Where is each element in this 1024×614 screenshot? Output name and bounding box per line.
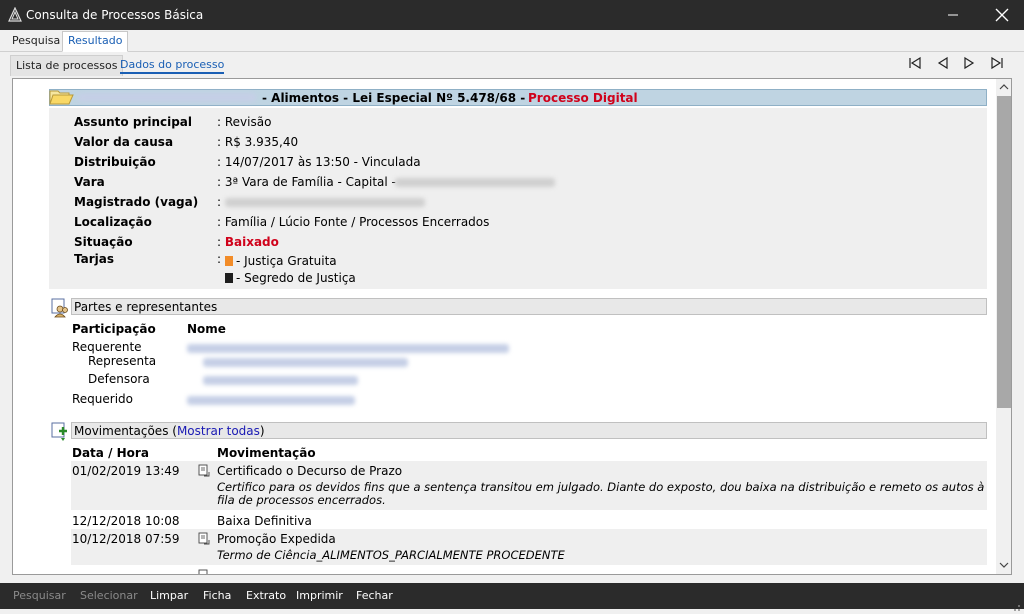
col-participacao-header: Participação <box>72 322 156 336</box>
value-situacao-wrap: : Baixado <box>217 235 279 249</box>
col-nome-header: Nome <box>187 322 226 336</box>
label-tarjas: Tarjas <box>74 252 115 266</box>
last-record-icon[interactable] <box>987 55 1007 71</box>
label-magistrado: Magistrado (vaga) <box>74 195 199 209</box>
value-magistrado: : <box>217 195 222 209</box>
label-assunto: Assunto principal <box>74 115 193 129</box>
tab-pesquisa[interactable]: Pesquisa <box>12 34 60 47</box>
redacted-vara-detail <box>395 178 555 187</box>
tab-resultado[interactable]: Resultado <box>62 31 129 52</box>
show-all-link[interactable]: Mostrar todas <box>177 424 260 438</box>
value-distribuicao: : 14/07/2017 às 13:50 - Vinculada <box>217 155 421 169</box>
document-icon[interactable] <box>198 532 210 545</box>
imprimir-button[interactable]: Imprimir <box>296 589 343 602</box>
selecionar-button[interactable]: Selecionar <box>80 589 138 602</box>
window-title: Consulta de Processos Básica <box>26 8 204 22</box>
movement-detail-cont: fila de processos encerrados. <box>217 493 386 507</box>
label-distribuicao: Distribuição <box>74 155 156 169</box>
bottom-action-bar: Pesquisar Selecionar Limpar Ficha Extrat… <box>0 583 1024 609</box>
movement-title: Baixa Definitiva <box>217 514 312 528</box>
process-header-bar: - Alimentos - Lei Especial Nº 5.478/68 -… <box>49 89 987 106</box>
top-tab-strip: Pesquisa Resultado <box>0 30 1024 52</box>
close-icon[interactable] <box>978 0 1024 30</box>
app-logo-icon <box>8 7 22 22</box>
process-class-title: - Alimentos - Lei Especial Nº 5.478/68 - <box>262 91 526 105</box>
process-info-box: Assunto principal : Revisão Valor da cau… <box>49 108 987 289</box>
tarja-segredo-justica-label: - Segredo de Justiça <box>236 271 356 285</box>
section-movimentacoes-header: Movimentações (Mostrar todas) <box>71 422 987 439</box>
col-movimentacao-header: Movimentação <box>217 446 316 460</box>
tab-lista-de-processos[interactable]: Lista de processos <box>10 55 124 76</box>
party-role-requerente: Requerente <box>72 340 142 354</box>
orange-square-icon <box>225 256 233 266</box>
process-details-panel: - Alimentos - Lei Especial Nº 5.478/68 -… <box>12 78 1012 575</box>
redacted-party-name <box>187 344 509 353</box>
title-bar: Consulta de Processos Básica <box>0 0 1024 30</box>
party-role-requerido: Requerido <box>72 392 134 406</box>
black-square-icon <box>225 273 233 283</box>
tarja-justica-gratuita-label: - Justiça Gratuita <box>236 254 337 268</box>
extrato-button[interactable]: Extrato <box>246 589 286 602</box>
movement-detail: Certifico para os devidos fins que a sen… <box>217 480 985 494</box>
minimize-icon[interactable] <box>930 0 976 30</box>
label-vara: Vara <box>74 175 105 189</box>
redacted-party-name <box>203 376 358 385</box>
previous-record-icon[interactable] <box>933 55 953 71</box>
scrollbar-thumb[interactable] <box>997 96 1011 408</box>
section-movimentacoes-close: ) <box>259 424 265 438</box>
tarja-segredo-justica: - Segredo de Justiça <box>225 271 356 285</box>
value-assunto: : Revisão <box>217 115 272 129</box>
label-situacao: Situação <box>74 235 133 249</box>
scroll-down-icon[interactable] <box>999 561 1009 569</box>
movement-title: Promoção Expedida <box>217 532 336 546</box>
party-role-representa: Representa <box>88 354 157 368</box>
redacted-magistrado <box>225 198 425 207</box>
movement-date: 01/02/2019 13:49 <box>72 464 180 478</box>
redacted-party-name <box>187 396 355 405</box>
party-role-defensora: Defensora <box>88 372 150 386</box>
movement-detail: Termo de Ciência_ALIMENTOS_PARCIALMENTE … <box>217 548 565 562</box>
movements-icon <box>51 422 67 441</box>
status-badge: Baixado <box>224 235 279 249</box>
resize-grip-icon[interactable] <box>1008 600 1022 612</box>
fechar-button[interactable]: Fechar <box>356 589 393 602</box>
value-tarjas-sep: : <box>217 252 222 266</box>
redacted-process-number <box>78 93 256 102</box>
section-partes-header: Partes e representantes <box>71 298 987 315</box>
tarja-justica-gratuita: - Justiça Gratuita <box>225 254 337 268</box>
sub-tab-strip: Lista de processos Dados do processo <box>0 52 1024 76</box>
pesquisar-button[interactable]: Pesquisar <box>13 589 66 602</box>
next-record-icon[interactable] <box>959 55 979 71</box>
value-localizacao: : Família / Lúcio Fonte / Processos Ence… <box>217 215 490 229</box>
scroll-up-icon[interactable] <box>999 83 1009 91</box>
vertical-scrollbar[interactable] <box>996 79 1011 574</box>
movement-date: 10/12/2018 07:59 <box>72 532 180 546</box>
col-data-hora-header: Data / Hora <box>72 446 149 460</box>
folder-icon <box>49 90 74 105</box>
limpar-button[interactable]: Limpar <box>150 589 188 602</box>
label-localizacao: Localização <box>74 215 152 229</box>
value-situacao-sep: : <box>217 235 225 249</box>
ficha-button[interactable]: Ficha <box>203 589 231 602</box>
tab-dados-do-processo[interactable]: Dados do processo <box>120 58 225 74</box>
document-icon[interactable] <box>198 464 210 477</box>
document-icon <box>198 569 208 574</box>
label-valor-causa: Valor da causa <box>74 135 174 149</box>
section-movimentacoes-title: Movimentações ( <box>74 424 177 438</box>
value-valor-causa: : R$ 3.935,40 <box>217 135 299 149</box>
first-record-icon[interactable] <box>905 55 925 71</box>
value-vara: : 3ª Vara de Família - Capital - <box>217 175 396 189</box>
movement-title: Certificado o Decurso de Prazo <box>217 464 403 478</box>
process-digital-tag: Processo Digital <box>528 91 638 105</box>
movement-date: 12/12/2018 10:08 <box>72 514 180 528</box>
application-window: Consulta de Processos Básica Pesquisa Re… <box>0 0 1024 614</box>
people-icon <box>51 298 68 318</box>
redacted-party-name <box>203 358 408 367</box>
